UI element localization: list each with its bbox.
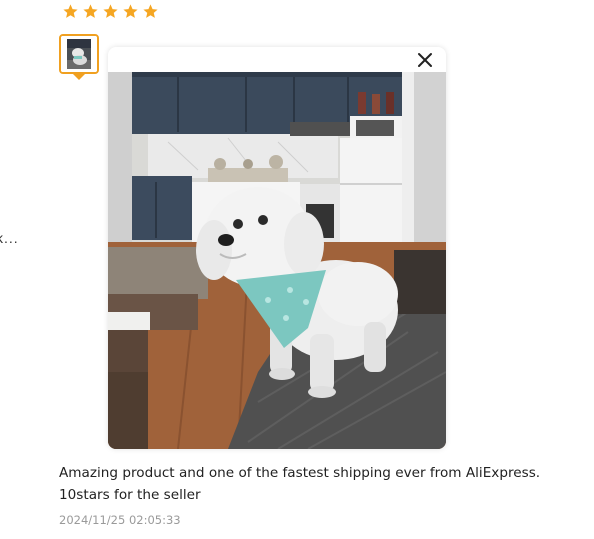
star-icon — [143, 4, 158, 18]
star-icon — [103, 4, 118, 18]
close-icon — [418, 53, 432, 67]
close-button[interactable] — [416, 51, 434, 69]
rating-stars — [62, 3, 159, 20]
thumbnail-selected-pointer — [72, 73, 86, 80]
review-photo-thumbnail[interactable] — [59, 34, 99, 80]
thumbnail-image[interactable] — [59, 34, 99, 74]
review-text: Amazing product and one of the fastest s… — [59, 465, 541, 503]
review-date: 2024/11/25 02:05:33 — [59, 513, 181, 527]
dog-photo-thumbnail-icon — [61, 36, 97, 72]
review-card: k... — [0, 0, 594, 539]
star-icon — [123, 4, 138, 18]
photo-viewer — [108, 47, 446, 449]
truncated-side-text: k... — [0, 230, 19, 246]
photo-of-dog-with-bandana — [108, 72, 446, 449]
star-icon — [83, 4, 98, 18]
star-icon — [63, 4, 78, 18]
